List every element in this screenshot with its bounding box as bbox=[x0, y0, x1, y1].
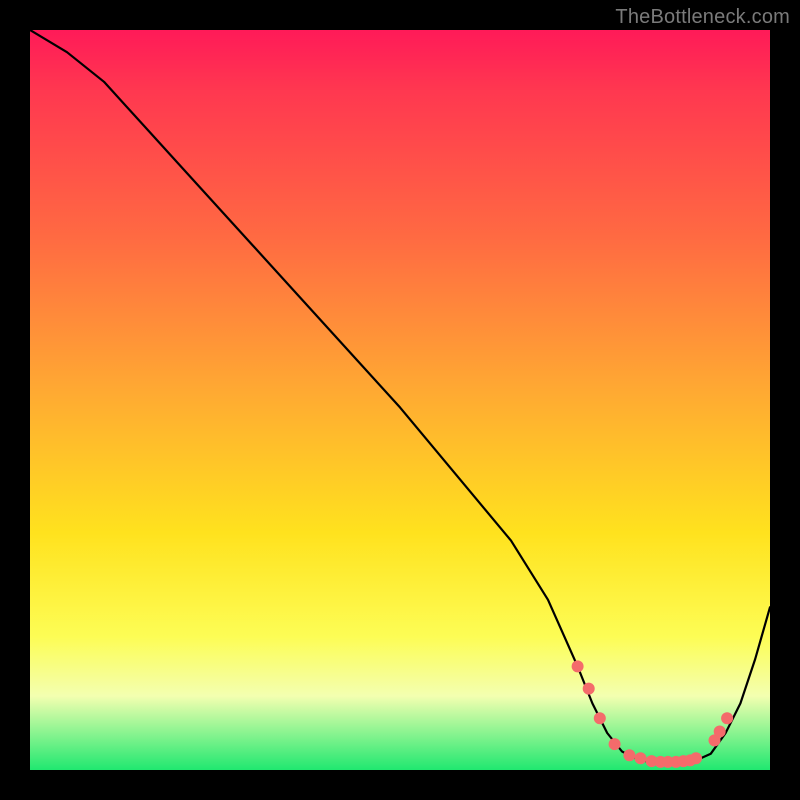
highlight-dot bbox=[721, 712, 733, 724]
attribution-label: TheBottleneck.com bbox=[615, 6, 790, 29]
bottleneck-curve bbox=[30, 30, 770, 763]
chart-frame: TheBottleneck.com bbox=[0, 0, 800, 800]
highlight-dot bbox=[714, 726, 726, 738]
plot-area bbox=[30, 30, 770, 770]
highlight-dot bbox=[609, 738, 621, 750]
highlight-dot bbox=[623, 749, 635, 761]
highlight-dots bbox=[572, 660, 734, 768]
highlight-dot bbox=[594, 712, 606, 724]
highlight-dot bbox=[635, 752, 647, 764]
highlight-dot bbox=[583, 683, 595, 695]
curve-layer bbox=[30, 30, 770, 770]
highlight-dot bbox=[690, 752, 702, 764]
highlight-dot bbox=[572, 660, 584, 672]
